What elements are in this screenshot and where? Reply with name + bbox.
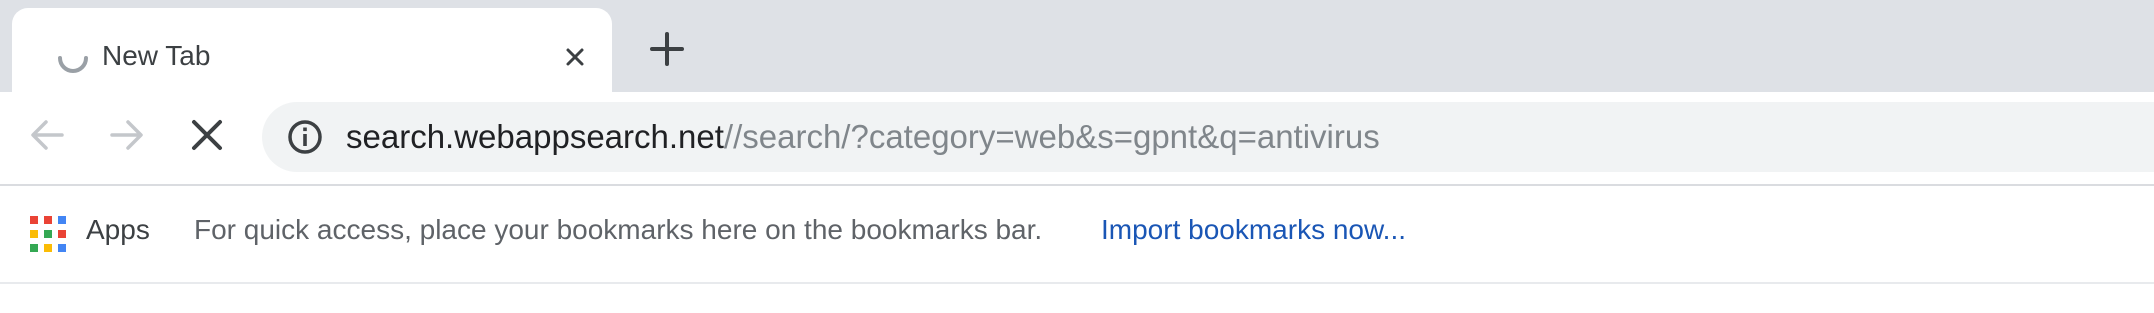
browser-toolbar: search.webappsearch.net//search/?categor…	[0, 92, 2154, 186]
new-tab-plus-icon[interactable]	[646, 28, 688, 70]
url-host: search.webappsearch.net	[346, 118, 724, 155]
stop-loading-icon[interactable]	[184, 112, 230, 158]
tab-title: New Tab	[102, 40, 211, 71]
bookmarks-hint-text: For quick access, place your bookmarks h…	[194, 214, 1043, 245]
tab-strip: New Tab	[0, 0, 2154, 92]
loading-spinner-icon	[58, 56, 88, 73]
import-bookmarks-link[interactable]: Import bookmarks now...	[1101, 212, 1406, 248]
back-arrow-icon[interactable]	[24, 112, 70, 158]
page-content	[0, 284, 2154, 313]
tab-close-icon[interactable]	[560, 42, 590, 72]
tab-new-tab[interactable]: New Tab	[12, 8, 612, 92]
forward-arrow-icon[interactable]	[104, 112, 150, 158]
info-icon[interactable]	[286, 118, 324, 156]
apps-shortcut[interactable]: Apps	[86, 212, 150, 248]
url-text[interactable]: search.webappsearch.net//search/?categor…	[346, 118, 1380, 156]
bookmarks-bar: Apps For quick access, place your bookma…	[0, 186, 2154, 284]
address-bar[interactable]: search.webappsearch.net//search/?categor…	[262, 102, 2154, 172]
apps-grid-icon[interactable]	[30, 216, 66, 252]
url-path: //search/?category=web&s=gpnt&q=antiviru…	[723, 118, 1380, 155]
